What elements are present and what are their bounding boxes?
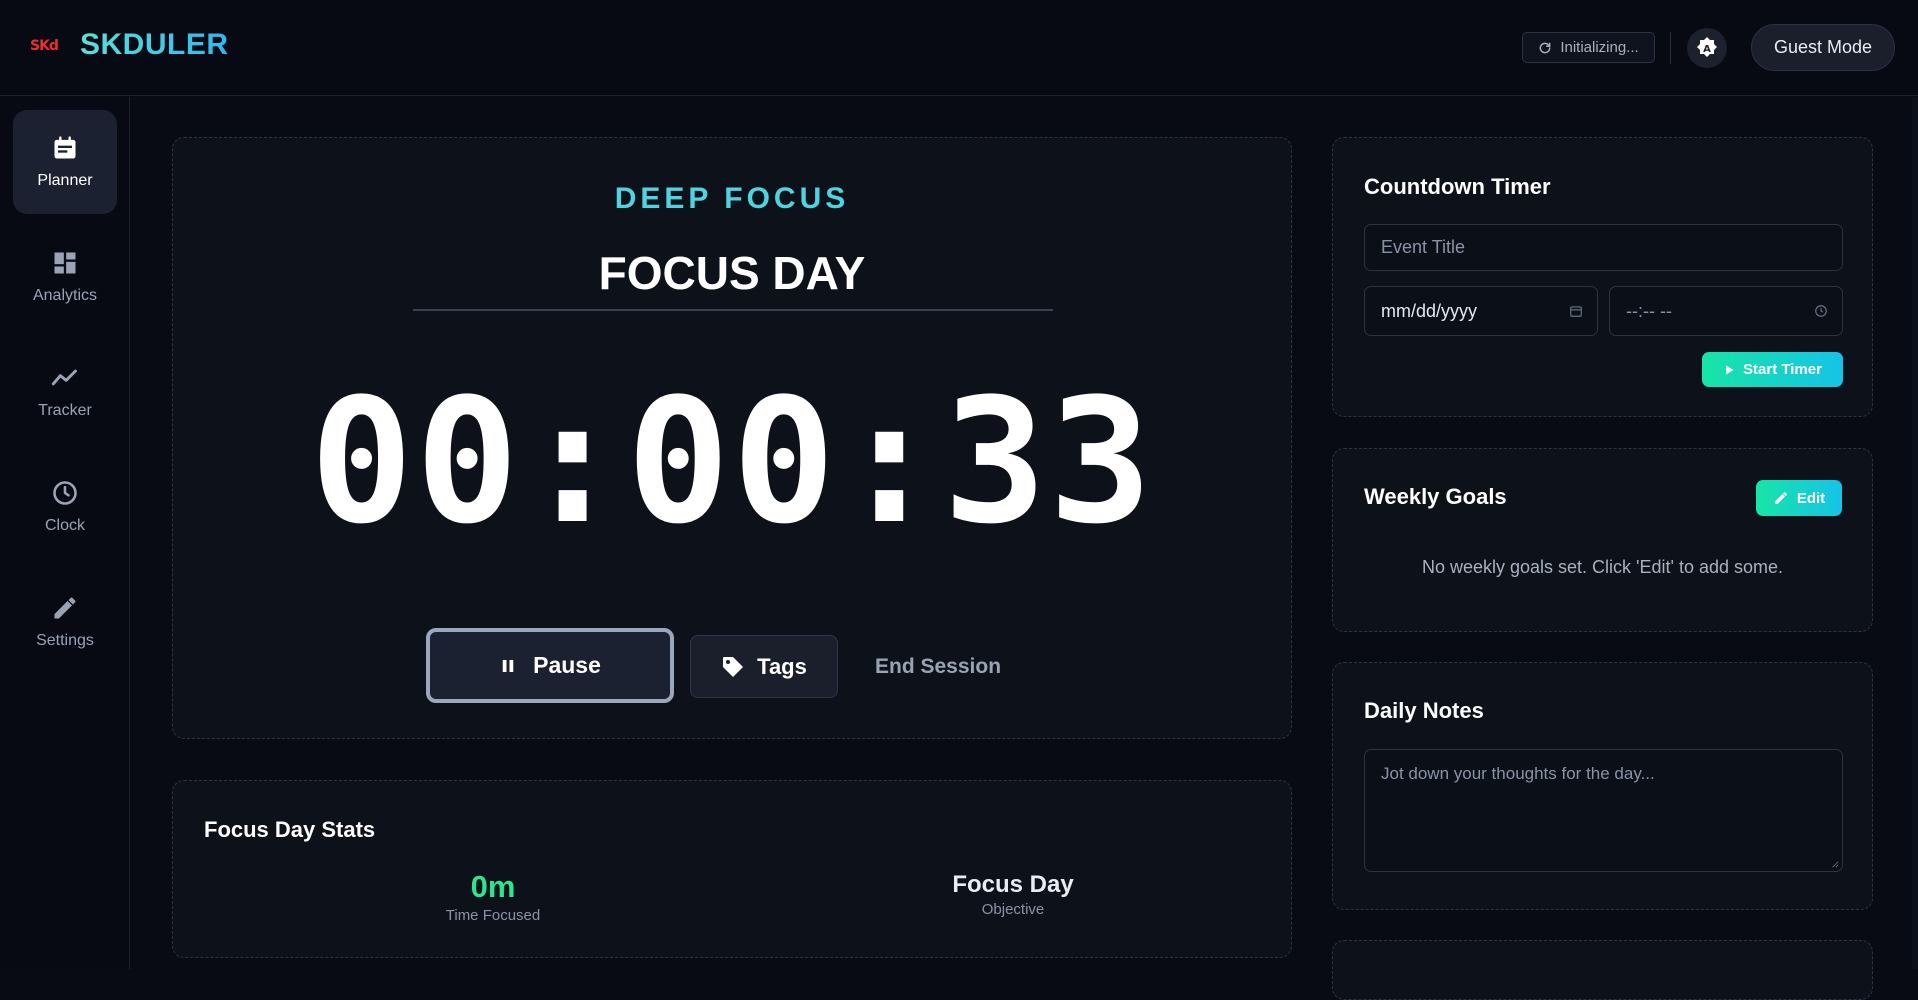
- auto-theme-icon: A: [1697, 37, 1717, 57]
- pause-label: Pause: [533, 652, 601, 678]
- event-title-placeholder: Event Title: [1381, 237, 1466, 257]
- timer-display: 00:00:33: [309, 361, 1155, 562]
- session-title[interactable]: FOCUS DAY: [173, 246, 1291, 300]
- focus-session-card: DEEP FOCUS FOCUS DAY 00:00:33 Pause Tags…: [172, 137, 1292, 739]
- end-session-button[interactable]: End Session: [853, 635, 1023, 698]
- header-divider: [1670, 32, 1671, 64]
- tag-icon: [723, 656, 744, 677]
- sidebar-item-tracker[interactable]: Tracker: [13, 340, 117, 444]
- stat-time-focused: 0m Time Focused: [393, 869, 593, 924]
- event-time-input[interactable]: --:-- --: [1609, 286, 1843, 336]
- sidebar-item-label: Planner: [37, 172, 93, 189]
- daily-notes-card: Daily Notes Jot down your thoughts for t…: [1332, 662, 1873, 910]
- dashboard-icon: [54, 252, 76, 274]
- start-timer-label: Start Timer: [1743, 361, 1822, 378]
- sidebar-item-planner[interactable]: Planner: [13, 110, 117, 214]
- start-timer-button[interactable]: Start Timer: [1702, 352, 1843, 387]
- edit-goals-button[interactable]: Edit: [1756, 480, 1842, 516]
- clock-icon: [53, 481, 77, 505]
- pause-icon: [502, 659, 514, 672]
- play-icon: [1726, 365, 1734, 374]
- title-underline: [413, 309, 1053, 311]
- guest-mode-button[interactable]: Guest Mode: [1751, 24, 1895, 71]
- time-focused-value: 0m: [470, 869, 516, 904]
- sidebar-item-label: Analytics: [32, 287, 98, 304]
- date-placeholder: mm/dd/yyyy: [1381, 300, 1478, 321]
- calendar-picker-icon[interactable]: [1569, 304, 1583, 318]
- goals-empty-message: No weekly goals set. Click 'Edit' to add…: [1421, 557, 1784, 577]
- sidebar-item-label: Settings: [36, 632, 94, 649]
- brand-name[interactable]: SKDULER: [80, 28, 229, 62]
- edit-label: Edit: [1796, 489, 1826, 507]
- focus-mode-label: DEEP FOCUS: [614, 182, 850, 215]
- theme-toggle-button[interactable]: A: [1687, 28, 1727, 68]
- countdown-heading: Countdown Timer: [1364, 174, 1551, 199]
- pencil-icon: [1774, 492, 1787, 504]
- refresh-icon: [1539, 42, 1551, 53]
- status-pill: Initializing...: [1522, 32, 1655, 63]
- stats-heading: Focus Day Stats: [204, 817, 376, 842]
- weekly-goals-card: Weekly Goals Edit No weekly goals set. C…: [1332, 448, 1873, 632]
- top-header: SKd SKDULER Initializing... A Guest Mode: [0, 0, 1918, 96]
- event-date-input[interactable]: mm/dd/yyyy: [1364, 286, 1598, 336]
- pencil-icon: [54, 597, 76, 619]
- status-text: Initializing...: [1560, 39, 1639, 56]
- focus-stats-card: Focus Day Stats 0m Time Focused Focus Da…: [172, 780, 1292, 958]
- logo-mark: SKd: [30, 38, 59, 54]
- tags-label: Tags: [757, 653, 807, 679]
- pause-button[interactable]: Pause: [426, 628, 674, 703]
- tags-button[interactable]: Tags: [690, 635, 838, 698]
- calendar-icon: [54, 136, 76, 159]
- countdown-timer-card: Countdown Timer Event Title mm/dd/yyyy -…: [1332, 137, 1873, 417]
- sidebar-item-analytics[interactable]: Analytics: [13, 225, 117, 329]
- sidebar-item-label: Clock: [44, 517, 85, 534]
- additional-card: [1332, 940, 1873, 1000]
- page-scrollbar[interactable]: [1912, 97, 1918, 969]
- time-focused-caption: Time Focused: [445, 907, 541, 924]
- sidebar-item-settings[interactable]: Settings: [13, 570, 117, 674]
- objective-caption: Objective: [981, 901, 1045, 918]
- time-placeholder: --:-- --: [1626, 300, 1672, 321]
- event-title-input[interactable]: Event Title: [1364, 224, 1843, 271]
- notes-heading: Daily Notes: [1364, 698, 1484, 723]
- notes-placeholder: Jot down your thoughts for the day...: [1381, 764, 1655, 783]
- sidebar-item-clock[interactable]: Clock: [13, 455, 117, 559]
- sidebar: Planner Analytics Tracker Clock Settings: [0, 97, 130, 969]
- goals-heading: Weekly Goals: [1364, 484, 1507, 509]
- svg-text:A: A: [1703, 44, 1711, 55]
- resize-grip-icon[interactable]: [1831, 860, 1839, 868]
- sidebar-item-label: Tracker: [38, 402, 92, 419]
- trend-line-icon: [51, 369, 77, 386]
- stat-objective: Focus Day Objective: [913, 871, 1113, 918]
- objective-value: Focus Day: [952, 871, 1074, 898]
- daily-notes-textarea[interactable]: Jot down your thoughts for the day...: [1364, 749, 1843, 872]
- time-picker-icon[interactable]: [1814, 304, 1828, 318]
